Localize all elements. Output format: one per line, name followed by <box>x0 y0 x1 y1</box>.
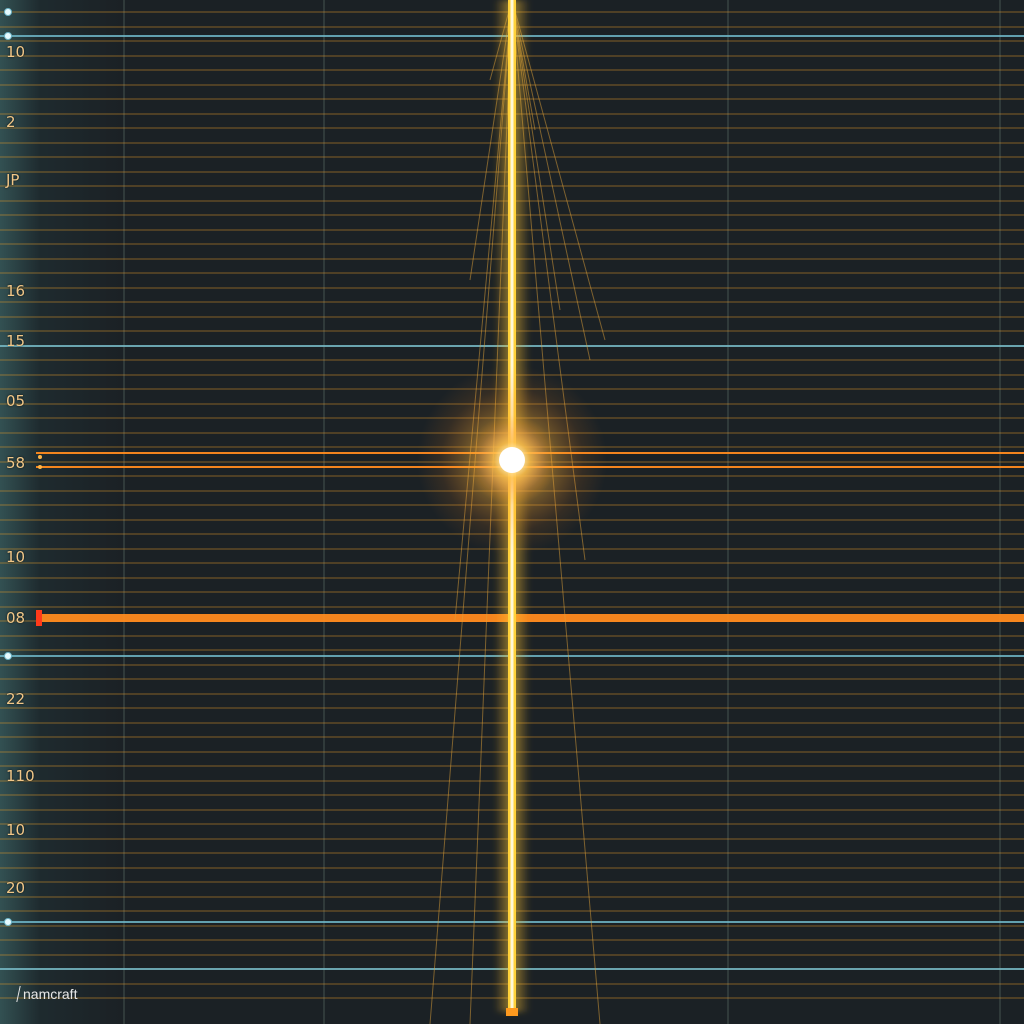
line-grid <box>0 0 1024 1024</box>
brand-text: namcraft <box>23 986 78 1002</box>
node-dot <box>38 465 42 469</box>
node-dot <box>4 32 12 40</box>
brand-watermark: namcraft <box>16 986 78 1002</box>
node-dot <box>4 918 12 926</box>
axis-label: 58 <box>6 454 26 472</box>
axis-label: 15 <box>6 332 26 350</box>
axis-label: 20 <box>6 879 26 897</box>
axis-label: 10 <box>6 821 26 839</box>
axis-label: 2 <box>6 113 16 131</box>
axis-label: 10 <box>6 548 26 566</box>
flare-core <box>499 447 525 473</box>
node-dot <box>38 455 42 459</box>
axis-label: 05 <box>6 392 26 410</box>
node-dot <box>4 652 12 660</box>
axis-label: 16 <box>6 282 26 300</box>
axis-label: 22 <box>6 690 26 708</box>
axis-label: 110 <box>6 767 35 785</box>
axis-label: 10 <box>6 43 26 61</box>
node-dot <box>4 8 12 16</box>
visualization-canvas: 10 2 JP 16 15 05 58 10 08 22 110 10 20 n… <box>0 0 1024 1024</box>
axis-label: JP <box>6 171 20 189</box>
highlight-marker <box>36 610 42 626</box>
axis-label: 08 <box>6 609 26 627</box>
beam-base <box>506 1008 518 1016</box>
